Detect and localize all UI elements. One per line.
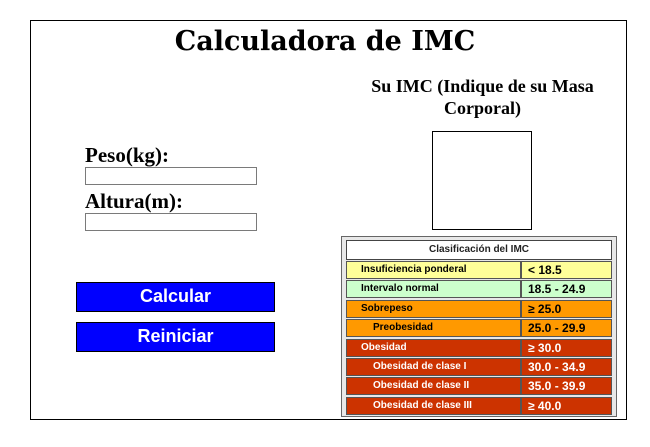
page-title: Calculadora de IMC xyxy=(174,26,476,57)
bmi-category-cell: Preobesidad xyxy=(346,319,521,338)
bmi-table-row: Obesidad de clase II 35.0 - 39.9 xyxy=(346,377,612,396)
peso-label: Peso(kg): xyxy=(85,143,169,167)
bmi-category-cell: Obesidad de clase II xyxy=(346,377,521,396)
bmi-category-cell: Obesidad de clase III xyxy=(346,396,521,415)
bmi-table-row: Obesidad de clase I 30.0 - 34.9 xyxy=(346,358,612,376)
result-heading: Su IMC (Indique de su Masa Corporal) xyxy=(371,76,594,118)
bmi-category-cell: Intervalo normal xyxy=(346,280,521,299)
bmi-table-row: Insuficiencia ponderal < 18.5 xyxy=(346,261,612,279)
bmi-range-cell: 30.0 - 34.9 xyxy=(521,358,612,376)
result-display xyxy=(432,131,532,230)
bmi-category-cell: Insuficiencia ponderal xyxy=(346,261,521,279)
peso-input[interactable] xyxy=(85,167,257,185)
altura-input[interactable] xyxy=(85,213,257,231)
bmi-category-cell: Obesidad de clase I xyxy=(346,358,521,376)
bmi-classification-table: Clasificación del IMC Insuficiencia pond… xyxy=(341,236,617,417)
reiniciar-button[interactable]: Reiniciar xyxy=(76,322,275,352)
bmi-table-header: Clasificación del IMC xyxy=(346,240,612,260)
bmi-table-row: Obesidad ≥ 30.0 xyxy=(346,338,612,357)
bmi-range-cell: ≥ 30.0 xyxy=(521,338,612,357)
bmi-table-row: Intervalo normal 18.5 - 24.9 xyxy=(346,280,612,299)
bmi-range-cell: 25.0 - 29.9 xyxy=(521,319,612,338)
bmi-table-row: Preobesidad 25.0 - 29.9 xyxy=(346,319,612,338)
bmi-range-cell: ≥ 25.0 xyxy=(521,299,612,318)
bmi-table-row: Sobrepeso ≥ 25.0 xyxy=(346,299,612,318)
altura-label: Altura(m): xyxy=(85,189,183,213)
bmi-range-cell: 35.0 - 39.9 xyxy=(521,377,612,396)
bmi-category-cell: Sobrepeso xyxy=(346,299,521,318)
bmi-range-cell: < 18.5 xyxy=(521,261,612,279)
bmi-range-cell: 18.5 - 24.9 xyxy=(521,280,612,299)
calcular-button[interactable]: Calcular xyxy=(76,282,275,312)
bmi-category-cell: Obesidad xyxy=(346,338,521,357)
bmi-table-row: Obesidad de clase III ≥ 40.0 xyxy=(346,396,612,415)
bmi-range-cell: ≥ 40.0 xyxy=(521,396,612,415)
